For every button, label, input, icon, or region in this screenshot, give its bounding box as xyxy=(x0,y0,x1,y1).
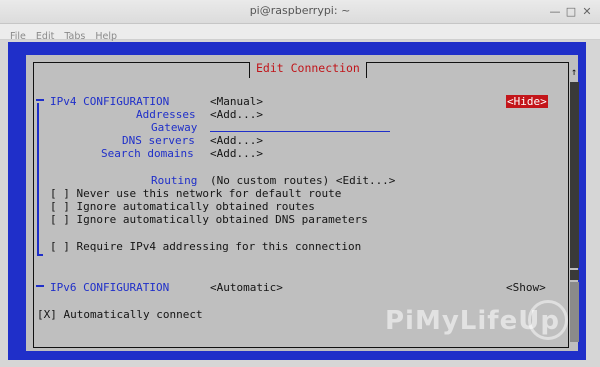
never-default-route-checkbox[interactable]: [ ] Never use this network for default r… xyxy=(50,187,341,200)
ignore-auto-dns-checkbox[interactable]: [ ] Ignore automatically obtained DNS pa… xyxy=(50,213,368,226)
search-domains-label: Search domains xyxy=(101,147,194,160)
scrollbar-thumb-lower[interactable] xyxy=(570,270,579,280)
window-title: pi@raspberrypi: ~ xyxy=(249,4,351,17)
close-icon[interactable]: ✕ xyxy=(580,5,594,19)
dns-add-button[interactable]: <Add...> xyxy=(210,134,263,147)
ipv4-section-bracket-end xyxy=(37,254,43,256)
ipv4-config-header: IPv4 CONFIGURATION xyxy=(50,95,170,108)
addresses-label: Addresses xyxy=(136,108,196,121)
menu-file[interactable]: File xyxy=(6,29,30,42)
scrollbar-thumb[interactable] xyxy=(570,82,579,268)
ipv4-hide-button[interactable]: <Hide> xyxy=(506,95,548,108)
auto-connect-checkbox[interactable]: [X] Automatically connect xyxy=(37,308,203,321)
watermark-logo-icon xyxy=(528,300,568,340)
ipv6-show-button[interactable]: <Show> xyxy=(506,281,546,294)
ipv6-section-marker xyxy=(36,285,44,287)
ipv6-method-select[interactable]: <Automatic> xyxy=(210,281,283,294)
ignore-auto-routes-checkbox[interactable]: [ ] Ignore automatically obtained routes xyxy=(50,200,315,213)
minimize-icon[interactable]: — xyxy=(548,5,562,19)
gateway-label: Gateway xyxy=(151,121,198,134)
menu-bar: File Edit Tabs Help xyxy=(0,24,600,42)
scrollbar-track[interactable] xyxy=(570,282,579,342)
dns-servers-label: DNS servers xyxy=(122,134,195,147)
routing-edit-button[interactable]: (No custom routes) <Edit...> xyxy=(210,174,395,187)
require-ipv4-checkbox[interactable]: [ ] Require IPv4 addressing for this con… xyxy=(50,240,361,253)
ipv4-section-marker xyxy=(36,99,44,101)
dialog-title: Edit Connection xyxy=(256,61,360,75)
menu-edit[interactable]: Edit xyxy=(32,29,58,42)
scroll-up-arrow-icon[interactable]: ↑ xyxy=(571,67,577,78)
menu-help[interactable]: Help xyxy=(91,29,121,42)
routing-label: Routing xyxy=(151,174,198,187)
ipv4-section-bracket xyxy=(37,103,39,255)
ipv6-config-header: IPv6 CONFIGURATION xyxy=(50,281,170,294)
window-titlebar: pi@raspberrypi: ~ — □ ✕ xyxy=(0,0,600,24)
ipv4-method-select[interactable]: <Manual> xyxy=(210,95,263,108)
maximize-icon[interactable]: □ xyxy=(564,5,578,19)
gateway-input[interactable] xyxy=(210,131,390,132)
addresses-add-button[interactable]: <Add...> xyxy=(210,108,263,121)
dialog-title-frame: Edit Connection xyxy=(249,61,367,78)
menu-tabs[interactable]: Tabs xyxy=(60,29,89,42)
search-domains-add-button[interactable]: <Add...> xyxy=(210,147,263,160)
